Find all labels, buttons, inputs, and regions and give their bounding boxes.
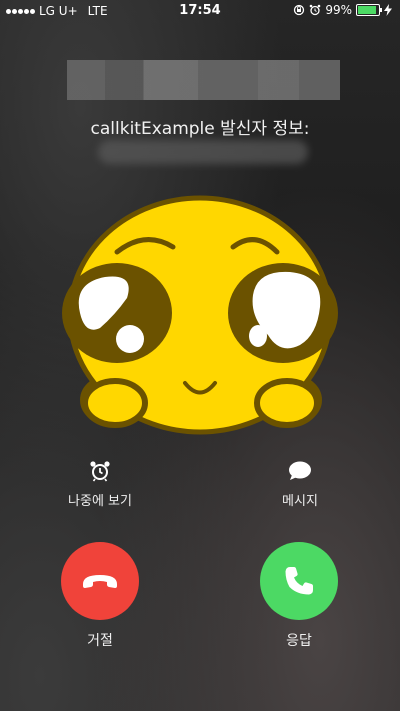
caller-avatar — [62, 195, 338, 435]
alarm-status-icon — [310, 4, 321, 16]
phone-hangup-icon — [83, 575, 117, 588]
speech-bubble-icon — [289, 461, 311, 480]
status-bar: LG U+ LTE 17:54 99% — [0, 0, 400, 22]
battery-percent: 99% — [325, 3, 352, 17]
alarm-clock-icon — [90, 461, 110, 482]
message-button[interactable]: 메시지 — [250, 460, 350, 509]
caller-info-redacted — [98, 140, 308, 164]
message-label: 메시지 — [282, 494, 318, 509]
decline-label: 거절 — [87, 633, 113, 649]
caller-subtitle: callkitExample 발신자 정보: — [90, 119, 310, 139]
decline-call-circle[interactable] — [61, 542, 139, 620]
remind-me-later-button[interactable]: 나중에 보기 — [50, 460, 150, 509]
battery-icon — [356, 4, 382, 16]
caller-name-redacted — [67, 60, 340, 100]
accept-call-circle[interactable] — [260, 542, 338, 620]
decline-call-button[interactable]: 거절 — [60, 542, 140, 650]
accept-call-button[interactable]: 응답 — [259, 542, 339, 650]
status-bar-right: 99% — [293, 3, 392, 17]
remind-me-later-label: 나중에 보기 — [68, 494, 132, 509]
accept-label: 응답 — [286, 633, 312, 649]
phone-icon — [285, 567, 313, 595]
charging-bolt-icon — [384, 4, 392, 16]
rotation-lock-icon — [294, 4, 305, 16]
